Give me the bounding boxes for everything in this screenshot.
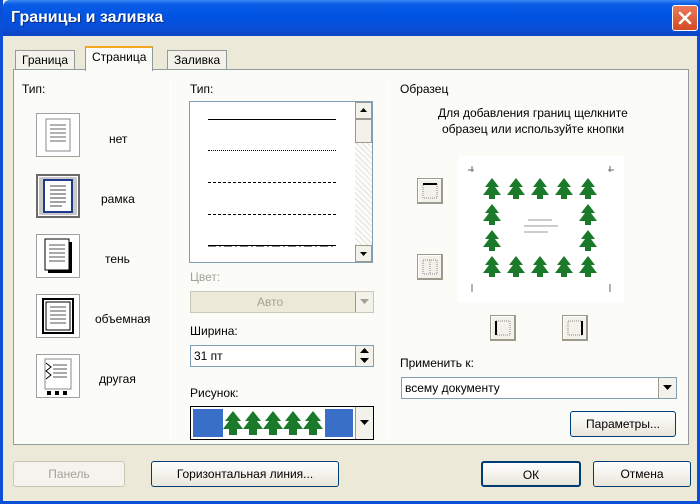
preset-shadow-label: тень [105,252,130,266]
bottom-border-icon [422,259,438,275]
preview-hint-line1: Для добавления границ щелкните [438,106,628,120]
art-select[interactable] [190,406,374,440]
color-label: Цвет: [190,270,221,284]
scroll-down-arrow-icon[interactable] [355,245,372,262]
width-value: 31 пт [194,349,223,363]
tab-border[interactable]: Граница [15,50,76,70]
page-none-icon [45,118,71,152]
preset-box-label: рамка [101,192,135,206]
line-style-scrollbar[interactable] [355,102,372,262]
borders-shading-dialog: Границы и заливка Граница Страница Залив… [0,0,700,504]
line-style-solid[interactable] [208,119,336,120]
tab-page-border[interactable]: Страница [85,46,154,71]
apply-to-select[interactable]: всему документу [401,377,677,399]
close-icon[interactable] [672,5,698,31]
tree-border-preview [468,166,614,292]
ok-button[interactable]: ОК [481,461,581,487]
page-box-icon [43,179,73,213]
right-border-icon [567,320,583,336]
preview-label: Образец [400,82,449,96]
preset-shadow[interactable] [36,234,80,278]
top-border-button[interactable] [417,178,443,204]
style-label: Тип: [190,82,214,96]
divider-right [388,80,389,440]
title-bar[interactable]: Границы и заливка [3,0,700,36]
art-dropdown-arrow-icon[interactable] [355,407,373,439]
scroll-up-arrow-icon[interactable] [355,102,372,119]
preview-hint-line2: образец или используйте кнопки [442,122,625,136]
page-custom-icon [44,358,72,395]
width-input[interactable]: 31 пт [190,345,374,367]
preset-none-label: нет [109,132,128,146]
tab-border-label: Граница [22,53,69,67]
left-border-icon [495,320,511,336]
preset-3d-label: объемная [95,312,151,326]
line-style-dotted[interactable] [208,150,336,151]
options-button[interactable]: Параметры... [570,411,676,437]
preset-custom-label: другая [99,372,136,386]
cancel-button[interactable]: Отмена [593,461,691,487]
tree-art-icon [223,409,325,437]
left-border-button[interactable] [490,315,516,341]
width-spin-down-icon[interactable] [355,356,373,366]
apply-to-label: Применить к: [400,356,474,370]
width-spin-up-icon[interactable] [355,346,373,356]
tab-shading[interactable]: Заливка [167,50,228,70]
cancel-button-label: Отмена [620,467,664,481]
line-style-dashed-fine[interactable] [208,182,336,183]
color-select[interactable]: Авто [190,291,374,313]
width-label: Ширина: [190,324,238,338]
preset-3d[interactable] [36,294,80,338]
line-style-dash-dot[interactable] [208,245,336,247]
horizontal-line-button[interactable]: Горизонтальная линия... [151,461,339,487]
preset-custom[interactable] [36,354,80,398]
page-shadow-icon [44,238,72,273]
toolbar-button[interactable]: Панель [13,461,125,487]
preset-box[interactable] [36,174,80,218]
color-value: Авто [257,295,284,309]
apply-to-value: всему документу [405,381,500,395]
top-border-icon [422,183,438,199]
bottom-border-button[interactable] [417,254,443,280]
ok-button-label: ОК [522,468,540,482]
apply-to-dropdown-arrow-icon[interactable] [658,378,676,398]
divider-left [170,80,171,440]
scroll-thumb[interactable] [355,119,372,143]
horizontal-line-button-label: Горизонтальная линия... [176,467,314,481]
setting-label: Тип: [22,82,46,96]
preview-page[interactable] [458,156,624,302]
page-3d-icon [42,298,74,334]
page-border-panel: Тип: нет рамка тень объемная другая Тип:… [13,69,689,445]
tab-page-border-label: Страница [92,50,147,64]
line-style-dashed[interactable] [208,214,336,215]
art-swatch [193,409,353,437]
art-label: Рисунок: [190,386,239,400]
color-dropdown-arrow-icon[interactable] [355,292,373,312]
right-border-button[interactable] [562,315,588,341]
line-style-list[interactable] [189,101,373,263]
tab-shading-label: Заливка [174,53,221,67]
window-title: Границы и заливка [11,9,164,26]
preset-none[interactable] [36,113,80,157]
options-button-label: Параметры... [586,417,660,431]
toolbar-button-label: Панель [48,467,90,481]
dash-dot-line [208,245,336,247]
